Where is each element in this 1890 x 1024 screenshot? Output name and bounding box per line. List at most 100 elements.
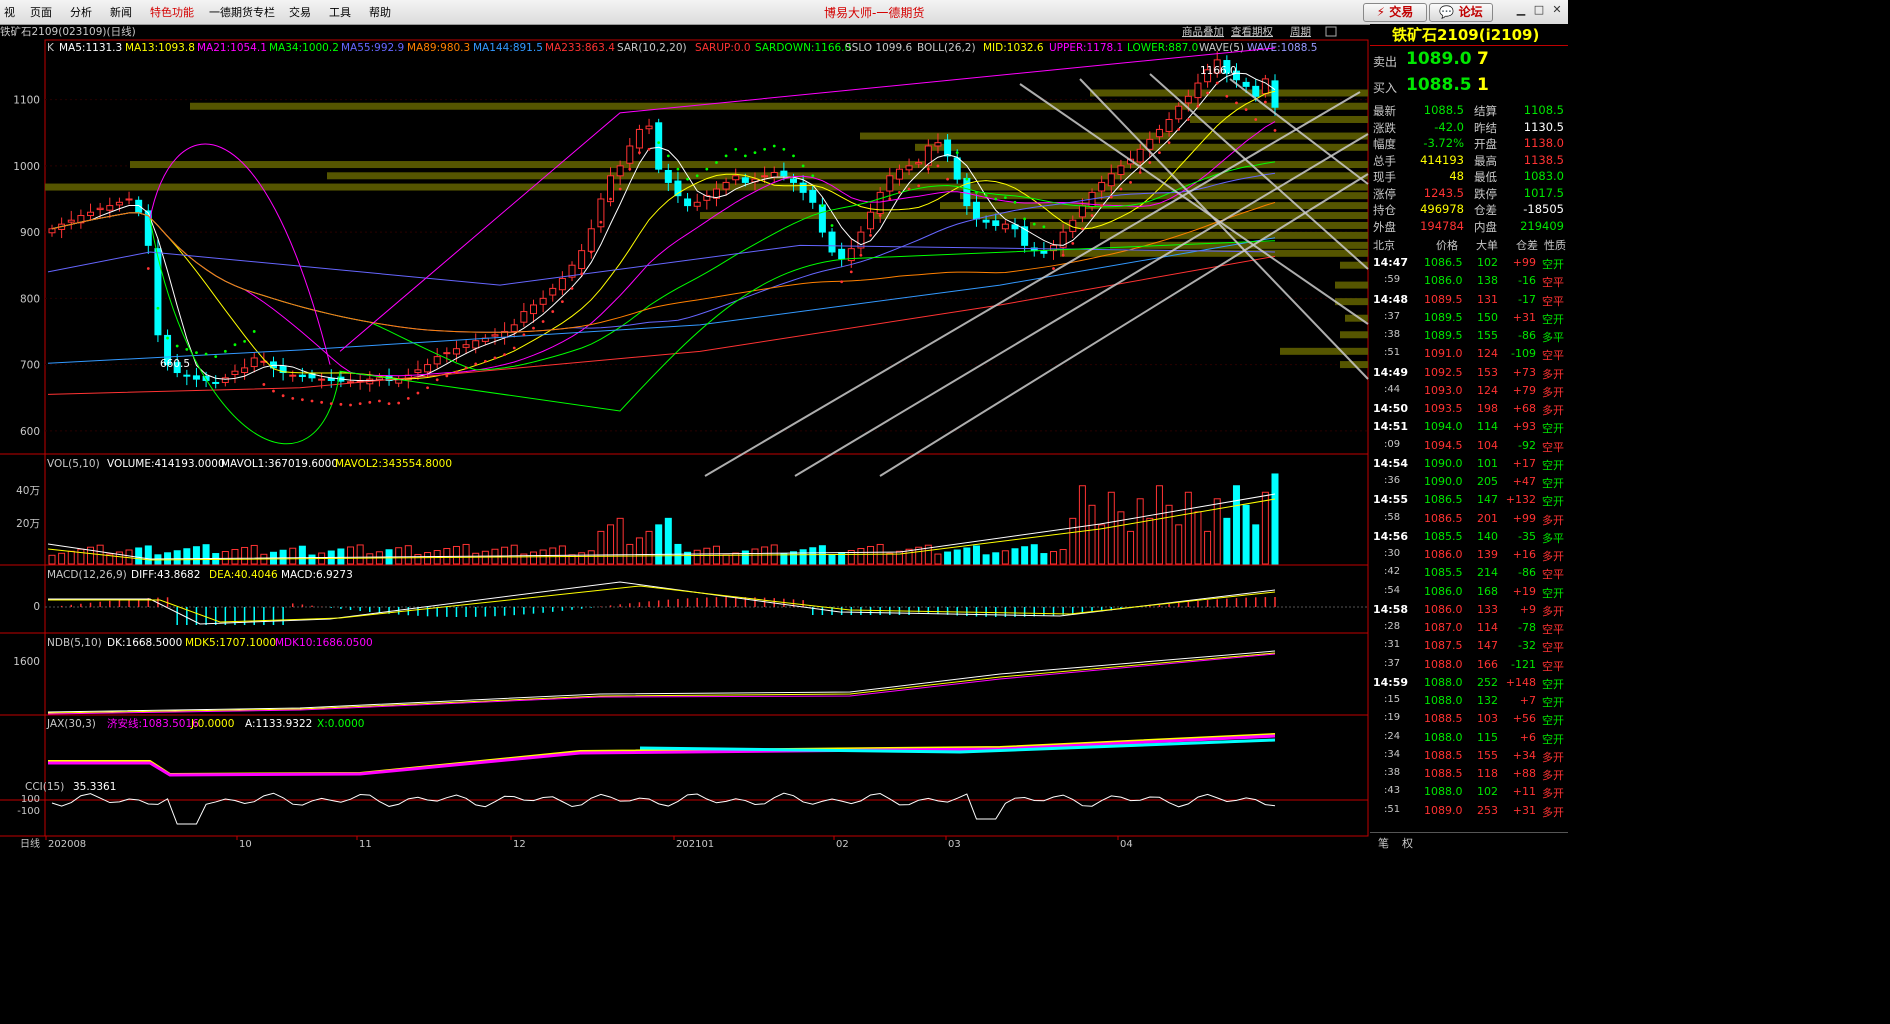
candle-body	[452, 348, 460, 355]
sar-dot	[262, 383, 266, 386]
menu-item-4[interactable]: 特色功能	[150, 4, 194, 20]
buy-price[interactable]: 1088.5	[1406, 75, 1472, 95]
candle-body	[1165, 118, 1173, 132]
forum-button[interactable]: 💬 论坛	[1429, 3, 1493, 22]
sar-dot	[772, 144, 776, 148]
sar-dot	[1023, 217, 1027, 221]
tick-volume: 124	[1477, 383, 1498, 397]
menu-item-3[interactable]: 新闻	[110, 4, 132, 20]
maximize-icon[interactable]: □	[1533, 4, 1545, 16]
chart-link-1[interactable]: 查看期权	[1231, 25, 1273, 38]
jax-legend-3: A:1133.9322	[245, 718, 312, 730]
candle-body	[549, 287, 557, 296]
tick-row: 14:56 1085.5 140 -35 多平	[1370, 527, 1568, 545]
main-legend-2: MA13:1093.8	[125, 42, 195, 54]
quote-label: 涨停	[1373, 186, 1396, 201]
tick-diff: +16	[1512, 548, 1536, 561]
minimize-icon[interactable]: ▁	[1515, 4, 1527, 16]
volume-bar	[1011, 548, 1019, 565]
quote-label: 结算	[1474, 104, 1497, 118]
tick-volume: 140	[1477, 529, 1498, 543]
volume-bar	[414, 554, 422, 565]
tick-volume: 214	[1477, 566, 1498, 580]
quote-label: 最低	[1474, 170, 1497, 184]
tab-ticks[interactable]: 笔	[1378, 835, 1389, 851]
sar-dot	[792, 154, 795, 158]
candle-body	[443, 352, 451, 355]
tick-volume: 118	[1477, 767, 1498, 780]
tick-row: 14:47 1086.5 102 +99 空开	[1370, 253, 1568, 271]
tick-price: 1092.5	[1424, 365, 1463, 379]
sell-price[interactable]: 1089.0	[1406, 49, 1472, 69]
quote-value: 414193	[1420, 152, 1464, 167]
tick-diff: +56	[1512, 712, 1536, 726]
low-mark: 660.5	[160, 358, 190, 370]
volume-bar	[645, 530, 653, 565]
menu-item-2[interactable]: 分析	[70, 4, 92, 20]
sar-dot	[580, 272, 584, 276]
tick-nature: 空平	[1542, 276, 1564, 290]
close-icon[interactable]: ✕	[1551, 4, 1563, 16]
sar-dot	[281, 394, 285, 398]
jax-legend-4: X:0.0000	[317, 718, 364, 730]
ndb-tick-0: 1600	[13, 656, 40, 668]
tick-diff: -121	[1511, 657, 1536, 671]
sar-dot	[435, 378, 439, 382]
chart-link-0[interactable]: 商品叠加	[1182, 25, 1224, 38]
vol-legend-1: VOLUME:414193.0000	[107, 458, 225, 470]
tick-nature: 多开	[1542, 404, 1564, 417]
tick-volume: 138	[1477, 274, 1498, 288]
tick-volume: 131	[1477, 292, 1498, 306]
tick-row: 14:48 1089.5 131 -17 空平	[1370, 290, 1568, 308]
sar-dot	[888, 197, 892, 201]
chat-bubble-icon: 💬	[1439, 5, 1455, 19]
ndb-legend-3: MDK10:1686.0500	[275, 637, 373, 649]
chart-link-2[interactable]: 周期	[1290, 26, 1311, 38]
menu-item-8[interactable]: 帮助	[369, 4, 391, 20]
tick-header-diff: 仓差	[1516, 239, 1538, 252]
sar-dot	[1186, 118, 1190, 121]
candle-body	[424, 364, 432, 373]
menu-item-0[interactable]: 视	[4, 4, 15, 20]
candle-body	[895, 168, 903, 180]
tick-time: 14:50	[1373, 402, 1409, 415]
volume-bar	[144, 545, 152, 565]
trade-button[interactable]: ⚡ 交易	[1363, 3, 1427, 22]
volume-bar	[790, 551, 798, 565]
candle-body	[539, 297, 547, 305]
buy-label: 买入	[1373, 81, 1398, 95]
menu-item-5[interactable]: 一德期货专栏	[209, 4, 275, 20]
menu-item-7[interactable]: 工具	[329, 4, 351, 20]
volume-bar	[867, 545, 875, 565]
tick-time: 14:56	[1373, 529, 1409, 543]
tick-volume: 168	[1477, 584, 1498, 598]
candle-body	[433, 356, 441, 365]
chart-area[interactable]: 铁矿石2109(023109)(日线) 商品叠加 查看期权 周期 K MA5:1131.3…	[0, 24, 1370, 850]
candle-body	[1184, 95, 1192, 104]
volume-bar	[308, 554, 316, 565]
tick-row: :38 1089.5 155 -86 多平	[1370, 326, 1568, 344]
tick-diff: +7	[1519, 694, 1536, 707]
tick-row: :59 1086.0 138 -16 空平	[1370, 271, 1568, 289]
sar-dot	[233, 343, 237, 347]
sar-dot	[532, 326, 535, 330]
volume-bar	[135, 547, 143, 565]
menu-item-1[interactable]: 页面	[30, 4, 52, 20]
sar-dot	[743, 154, 747, 158]
tick-diff: -86	[1518, 566, 1536, 580]
tick-diff: +99	[1512, 256, 1536, 269]
tab-rights[interactable]: 权	[1402, 835, 1413, 851]
candle-body	[520, 311, 528, 323]
tick-price: 1086.0	[1424, 548, 1463, 561]
volume-bar	[616, 517, 624, 565]
sar-dot	[589, 250, 593, 254]
tick-diff: +148	[1505, 675, 1536, 689]
tick-nature: 空平	[1542, 568, 1564, 582]
menu-item-6[interactable]: 交易	[289, 4, 311, 20]
tick-volume: 198	[1477, 402, 1498, 415]
main-legend-3: MA21:1054.1	[197, 42, 267, 54]
tick-nature: 多开	[1542, 805, 1564, 819]
tick-row: :44 1093.0 124 +79 多开	[1370, 381, 1568, 399]
tick-time: :58	[1384, 511, 1401, 523]
contract-title[interactable]: 铁矿石2109(i2109)	[1370, 24, 1568, 46]
